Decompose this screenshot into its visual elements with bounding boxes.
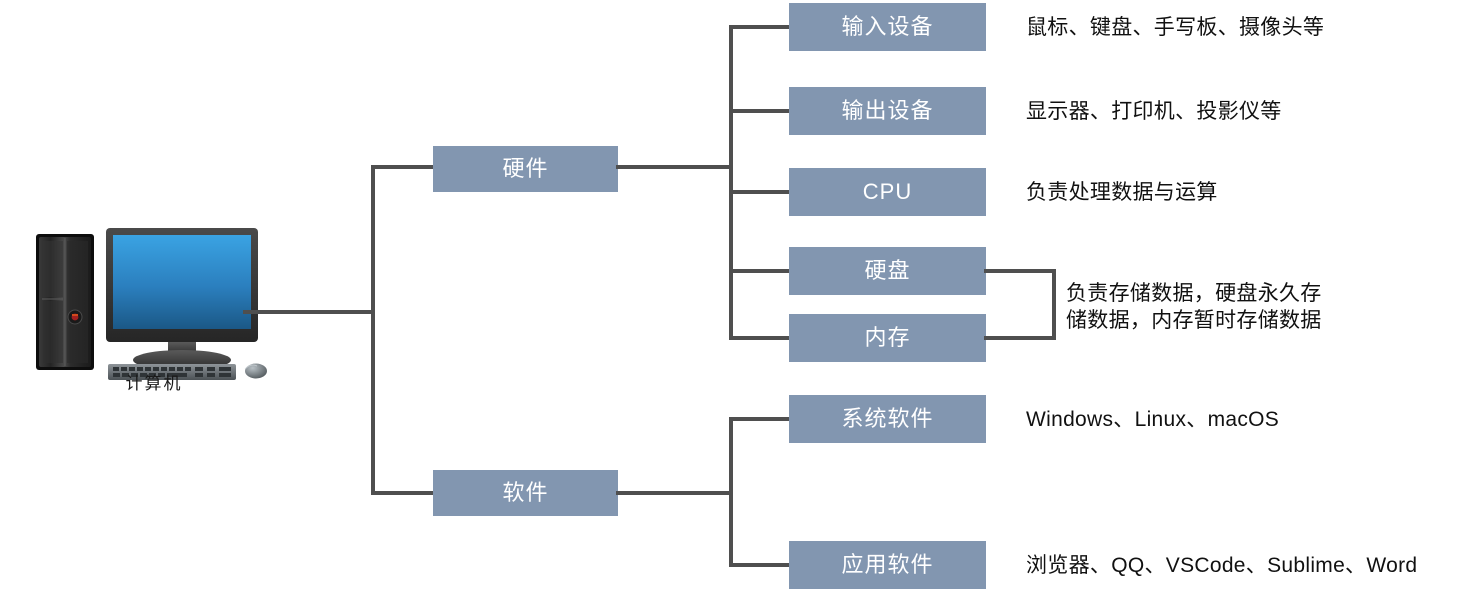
connector-hardware-to-harddisk: [729, 269, 791, 273]
connector-software-spine: [729, 417, 733, 567]
node-memory[interactable]: 内存: [789, 314, 986, 362]
description-input-device: 鼠标、键盘、手写板、摄像头等: [1026, 16, 1325, 39]
node-system-software-label: 系统软件: [841, 406, 934, 431]
node-hard-disk-label: 硬盘: [864, 258, 911, 283]
connector-root-stub: [243, 310, 375, 314]
node-cpu[interactable]: CPU: [789, 168, 986, 216]
connector-root-to-software: [371, 491, 435, 495]
root-node-label: 计算机: [125, 374, 183, 393]
connector-storage-bracket-top: [984, 269, 1056, 273]
node-input-device-label: 输入设备: [841, 14, 934, 39]
computer-monitor: [106, 228, 258, 370]
description-output-device: 显示器、打印机、投影仪等: [1026, 100, 1282, 123]
description-system-software: Windows、Linux、macOS: [1026, 408, 1280, 431]
connector-hardware-to-memory: [729, 336, 791, 340]
connector-software-to-system: [729, 417, 791, 421]
node-hard-disk[interactable]: 硬盘: [789, 247, 986, 295]
computer-mouse: [244, 363, 267, 379]
connector-hardware-spine: [729, 25, 733, 340]
node-application-software[interactable]: 应用软件: [789, 541, 986, 589]
node-input-device[interactable]: 输入设备: [789, 3, 986, 51]
node-system-software[interactable]: 系统软件: [789, 395, 986, 443]
branch-node-software-label: 软件: [502, 480, 549, 505]
node-memory-label: 内存: [864, 325, 911, 350]
connector-hardware-to-cpu: [729, 190, 791, 194]
connector-storage-bracket-spine: [1052, 269, 1056, 340]
description-application-software: 浏览器、QQ、VSCode、Sublime、Word: [1026, 554, 1418, 577]
diagram-canvas: 计算机 硬件 输入设备 鼠标、键盘、手写板、摄像头等 输出设备 显示器、打印机、…: [0, 0, 1459, 603]
node-cpu-label: CPU: [862, 179, 913, 204]
description-storage-group: 负责存储数据，硬盘永久存 储数据，内存暂时存储数据: [1066, 282, 1322, 332]
connector-hardware-stub: [616, 165, 733, 169]
node-output-device-label: 输出设备: [841, 98, 934, 123]
connector-storage-bracket-bottom: [984, 336, 1056, 340]
connector-software-stub: [616, 491, 733, 495]
branch-node-software[interactable]: 软件: [433, 470, 618, 516]
desktop-computer-icon: [18, 222, 278, 392]
description-cpu: 负责处理数据与运算: [1026, 181, 1218, 204]
connector-hardware-to-output: [729, 109, 791, 113]
branch-node-hardware[interactable]: 硬件: [433, 146, 618, 192]
connector-root-trunk: [371, 165, 375, 495]
node-application-software-label: 应用软件: [841, 552, 934, 577]
node-output-device[interactable]: 输出设备: [789, 87, 986, 135]
connector-root-to-hardware: [371, 165, 435, 169]
connector-software-to-application: [729, 563, 791, 567]
connector-hardware-to-input: [729, 25, 791, 29]
branch-node-hardware-label: 硬件: [502, 156, 549, 181]
computer-tower: [36, 234, 94, 370]
